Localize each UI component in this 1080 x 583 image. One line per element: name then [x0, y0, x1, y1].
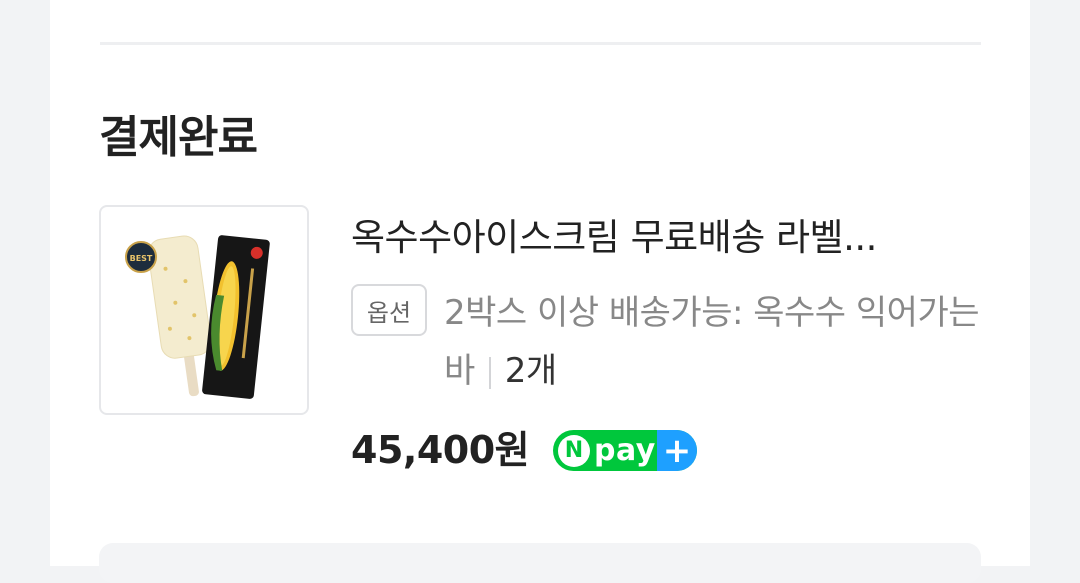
order-status-title: 결제완료: [99, 112, 258, 163]
plus-icon: +: [657, 430, 697, 471]
svg-text:BEST: BEST: [130, 254, 153, 263]
product-thumbnail[interactable]: BEST: [99, 205, 309, 415]
order-card: 결제완료 BEST 옥수수아이스크림 무료배송 라벨... 옵션 2박스 이상 …: [50, 0, 1030, 583]
npay-n-icon: N: [558, 434, 590, 467]
npay-plus-icon: N pay +: [553, 430, 697, 471]
product-price: 45,400원: [351, 428, 530, 472]
option-details: 2박스 이상 배송가능: 옥수수 익어가는 바 2개: [444, 284, 990, 400]
info-box: [99, 543, 981, 583]
product-image: BEST: [125, 235, 270, 399]
separator: [488, 356, 491, 389]
quantity: 2개: [504, 351, 557, 391]
npay-label: pay: [594, 433, 656, 468]
product-name[interactable]: 옥수수아이스크림 무료배송 라벨...: [351, 210, 991, 266]
divider: [100, 42, 981, 45]
option-badge: 옵션: [351, 284, 427, 336]
